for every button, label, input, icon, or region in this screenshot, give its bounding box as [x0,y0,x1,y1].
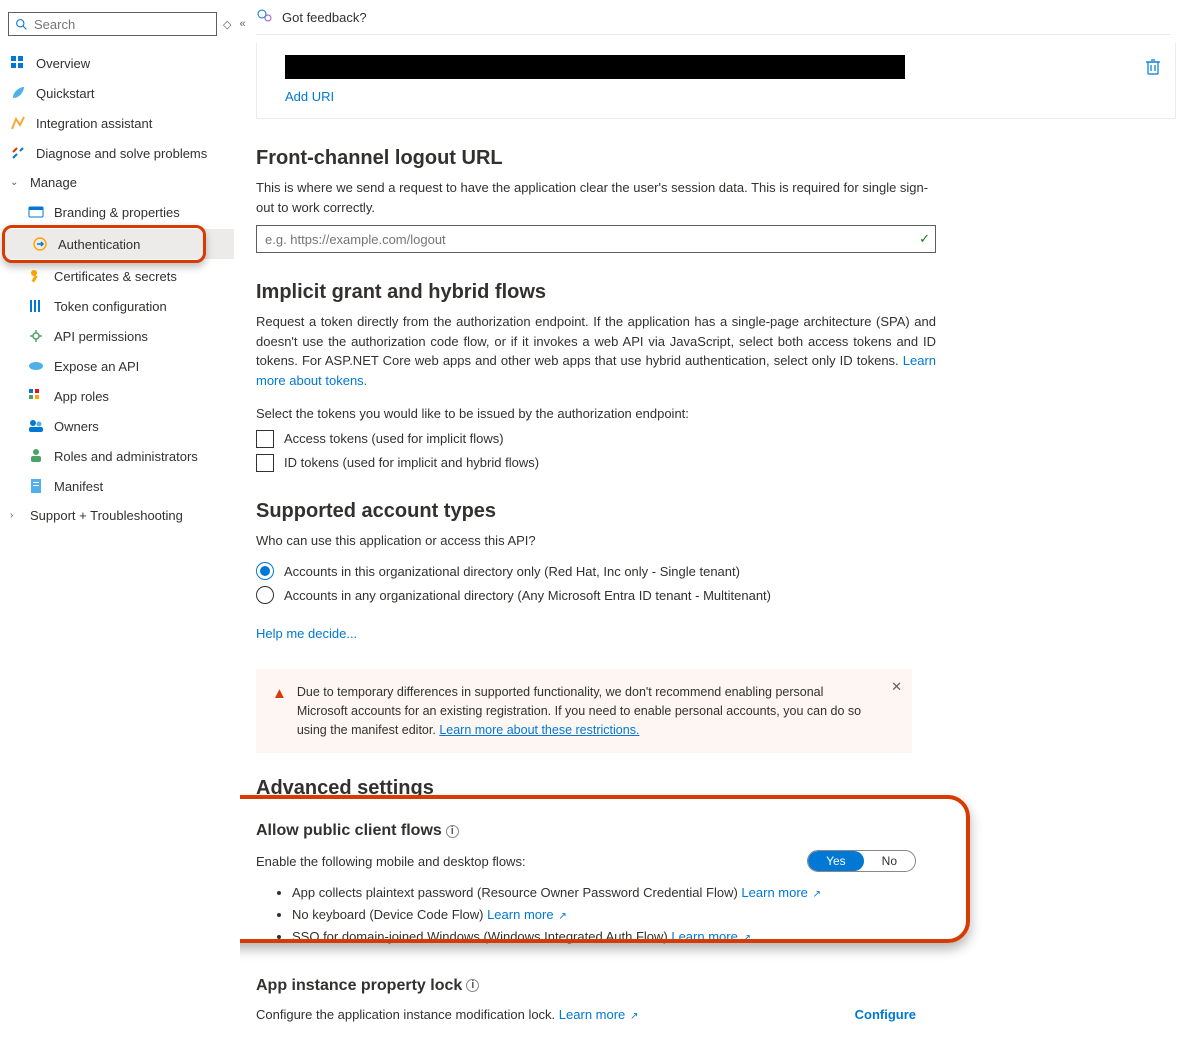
flows-list: App collects plaintext password (Resourc… [292,882,1171,948]
nav-diagnose[interactable]: Diagnose and solve problems [0,138,240,168]
check-icon: ✓ [919,231,930,247]
public-flows-toggle[interactable]: Yes No [807,850,916,872]
flow1-learn-link[interactable]: Learn more ↗ [741,885,821,900]
logout-desc: This is where we send a request to have … [256,178,936,217]
search-input[interactable] [34,17,210,32]
branding-icon [28,204,44,220]
logout-title: Front-channel logout URL [256,147,1171,170]
close-banner-icon[interactable]: ✕ [891,677,902,697]
info-icon[interactable]: i [446,825,459,838]
api-perm-icon [28,328,44,344]
certs-icon [28,268,44,284]
chevron-down-icon: ⌄ [10,177,22,188]
nav-certs[interactable]: Certificates & secrets [0,261,240,291]
nav-branding[interactable]: Branding & properties [0,197,240,227]
quickstart-icon [10,85,26,101]
access-token-checkbox[interactable] [256,430,274,448]
advanced-title: Advanced settings [256,777,1171,800]
manifest-icon [28,478,44,494]
acct-radio-single[interactable]: Accounts in this organizational director… [256,562,1171,580]
toggle-yes[interactable]: Yes [808,851,864,871]
radio-multi-tenant[interactable] [256,586,274,604]
toggle-no[interactable]: No [864,851,915,871]
acct-radio-multi[interactable]: Accounts in any organizational directory… [256,586,1171,604]
nav-overview[interactable]: Overview [0,48,240,78]
id-token-checkbox-row[interactable]: ID tokens (used for implicit and hybrid … [256,454,1171,472]
owners-icon [28,418,44,434]
nav-app-roles[interactable]: App roles [0,381,240,411]
redirect-uris-box: Add URI [256,43,1176,119]
id-token-checkbox[interactable] [256,454,274,472]
nav-api-permissions[interactable]: API permissions [0,321,240,351]
delete-uri-icon[interactable] [1145,58,1161,76]
implicit-title: Implicit grant and hybrid flows [256,281,1171,304]
external-icon: ↗ [627,1011,638,1022]
overview-icon [10,55,26,71]
radio-single-tenant[interactable] [256,562,274,580]
flow-item-2: No keyboard (Device Code Flow) Learn mor… [292,904,1171,926]
nav-expose-api[interactable]: Expose an API [0,351,240,381]
configure-link[interactable]: Configure [855,1007,916,1022]
banner-link[interactable]: Learn more about these restrictions. [439,723,639,737]
info-icon[interactable]: i [466,979,479,992]
expand-icon[interactable]: ◇ [223,18,231,31]
integration-icon [10,115,26,131]
nav-quickstart[interactable]: Quickstart [0,78,240,108]
flow-item-3: SSO for domain-joined Windows (Windows I… [292,926,1171,948]
logout-url-input[interactable] [256,225,936,253]
select-tokens-text: Select the tokens you would like to be i… [256,404,936,424]
nav-manifest[interactable]: Manifest [0,471,240,501]
nav-integration[interactable]: Integration assistant [0,108,240,138]
search-icon [15,18,28,31]
implicit-desc: Request a token directly from the author… [256,312,936,390]
acct-who: Who can use this application or access t… [256,531,936,551]
lock-learn-link[interactable]: Learn more ↗ [559,1007,639,1022]
lock-title: App instance property locki [256,977,1171,995]
expose-icon [28,358,44,374]
main-content: Got feedback? Add URI Front-channel logo… [240,0,1187,1062]
nav-manage-section[interactable]: ⌄ Manage [0,168,240,197]
app-roles-icon [28,388,44,404]
access-token-checkbox-row[interactable]: Access tokens (used for implicit flows) [256,430,1171,448]
nav-owners[interactable]: Owners [0,411,240,441]
info-banner: ▲ Due to temporary differences in suppor… [256,669,912,753]
external-icon: ↗ [556,911,567,922]
truncated-link[interactable] [285,43,1161,49]
flow-item-1: App collects plaintext password (Resourc… [292,882,1171,904]
external-icon: ↗ [740,933,751,944]
acct-title: Supported account types [256,500,1171,523]
token-icon [28,298,44,314]
flow2-learn-link[interactable]: Learn more ↗ [487,907,567,922]
warning-icon: ▲ [272,683,287,739]
feedback-icon [256,8,274,26]
nav-support-section[interactable]: › Support + Troubleshooting [0,501,240,530]
sidebar: ◇ « Overview Quickstart Integration assi… [0,0,240,1062]
help-decide-link[interactable]: Help me decide... [256,626,357,641]
chevron-right-icon: › [10,510,22,521]
external-icon: ↗ [810,889,821,900]
flow3-learn-link[interactable]: Learn more ↗ [671,929,751,944]
add-uri-link[interactable]: Add URI [285,89,334,104]
feedback-bar[interactable]: Got feedback? [256,0,1171,35]
public-flows-title: Allow public client flowsi [256,822,1171,840]
redirect-uri-input[interactable] [285,55,905,79]
search-box[interactable] [8,12,217,36]
enable-flows-text: Enable the following mobile and desktop … [256,852,787,872]
roles-admin-icon [28,448,44,464]
nav-token[interactable]: Token configuration [0,291,240,321]
diagnose-icon [10,145,26,161]
nav-roles-admin[interactable]: Roles and administrators [0,441,240,471]
